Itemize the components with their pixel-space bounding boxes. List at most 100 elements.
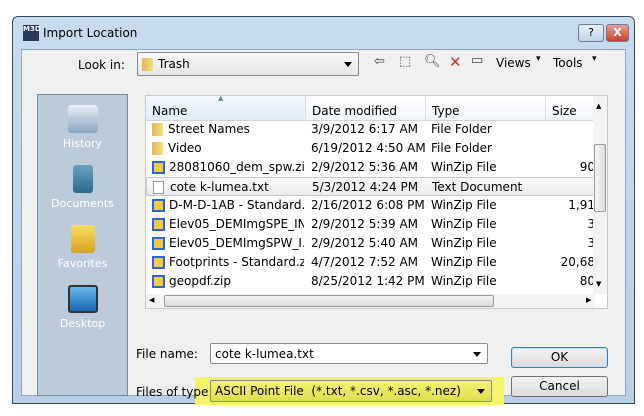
- file-name: D-M-D-1AB - Standard...: [169, 198, 304, 212]
- file-type: WinZip File: [431, 274, 497, 288]
- file-name-cell: Elev05_DEMImgSPE_IN...: [152, 215, 304, 234]
- file-type: WinZip File: [431, 217, 497, 231]
- file-name-cell: Footprints - Standard.zip: [152, 253, 304, 272]
- place-history[interactable]: History: [38, 105, 127, 150]
- column-header-size[interactable]: Size: [546, 96, 595, 121]
- zip-file-icon: [152, 256, 165, 269]
- place-desktop[interactable]: Desktop: [38, 285, 127, 330]
- file-type: File Folder: [431, 141, 492, 155]
- horizontal-scrollbar[interactable]: ◀ ▶: [146, 294, 595, 308]
- zip-file-icon: [152, 275, 165, 288]
- file-name-value: cote k-lumea.txt: [215, 346, 314, 361]
- place-label: Desktop: [59, 317, 106, 330]
- file-size: 1,91: [568, 198, 595, 212]
- file-name-input[interactable]: cote k-lumea.txt: [210, 343, 488, 364]
- file-row[interactable]: Elev05_DEMImgSPW_I... 2/9/2012 5:40 AM W…: [146, 234, 595, 253]
- file-row[interactable]: 28081060_dem_spw.zip 2/9/2012 5:36 AM Wi…: [146, 158, 595, 177]
- back-icon[interactable]: ⇦: [374, 54, 385, 69]
- file-date: 2/16/2012 6:08 PM: [311, 198, 425, 212]
- column-label: Size: [552, 104, 577, 118]
- scroll-left-icon[interactable]: ◀: [149, 296, 154, 304]
- file-type: Text Document: [432, 180, 523, 194]
- file-row[interactable]: Elev05_DEMImgSPE_IN... 2/9/2012 5:39 AM …: [146, 215, 595, 234]
- look-in-value: Trash: [158, 57, 190, 71]
- scroll-right-icon[interactable]: ▶: [586, 296, 591, 304]
- file-row[interactable]: geopdf.zip 8/25/2012 1:42 PM WinZip File…: [146, 272, 595, 291]
- help-button[interactable]: ?: [578, 24, 604, 42]
- file-type-value: ASCII Point File (*.txt, *.csv, *.asc, *…: [215, 384, 461, 398]
- up-folder-icon[interactable]: ⬚: [399, 54, 411, 69]
- cancel-button[interactable]: Cancel: [511, 376, 608, 397]
- scroll-up-icon[interactable]: ▲: [596, 102, 601, 110]
- search-web-icon[interactable]: 🔍︎: [424, 54, 441, 69]
- folder-icon: [142, 57, 153, 71]
- column-header-type[interactable]: Type: [426, 96, 546, 121]
- chevron-down-icon: [477, 389, 485, 394]
- text-file-icon: [153, 181, 164, 194]
- zip-file-icon: [152, 237, 165, 250]
- file-name-cell: cote k-lumea.txt: [153, 178, 305, 197]
- vertical-scrollbar[interactable]: ▲ ▼: [593, 96, 607, 294]
- file-date: 8/25/2012 1:42 PM: [311, 274, 425, 288]
- views-menu[interactable]: Views: [496, 56, 531, 70]
- file-row[interactable]: cote k-lumea.txt 5/3/2012 4:24 PM Text D…: [146, 177, 595, 196]
- file-name-cell: geopdf.zip: [152, 272, 304, 291]
- file-name: cote k-lumea.txt: [170, 180, 269, 194]
- tools-menu[interactable]: Tools: [553, 56, 583, 70]
- ok-button[interactable]: OK: [511, 347, 608, 368]
- file-size: 80: [579, 274, 595, 288]
- file-name: geopdf.zip: [169, 274, 231, 288]
- file-name: Footprints - Standard.zip: [169, 255, 304, 269]
- favorites-icon: [70, 225, 95, 253]
- file-name-cell: Street Names: [152, 120, 304, 139]
- place-favorites[interactable]: Favorites: [38, 225, 127, 270]
- file-type-combo[interactable]: ASCII Point File (*.txt, *.csv, *.asc, *…: [210, 380, 492, 402]
- folder-icon: [152, 142, 163, 155]
- chevron-down-icon[interactable]: [473, 351, 481, 357]
- file-type: WinZip File: [431, 236, 497, 250]
- zip-file-icon: [152, 161, 165, 174]
- file-row[interactable]: Street Names 3/9/2012 6:17 AM File Folde…: [146, 120, 595, 139]
- column-header-date[interactable]: Date modified: [306, 96, 426, 121]
- file-name: Elev05_DEMImgSPW_I...: [169, 236, 304, 250]
- column-label: Name: [152, 104, 188, 118]
- look-in-combo[interactable]: Trash: [137, 52, 359, 76]
- place-documents[interactable]: Documents: [38, 165, 127, 210]
- chevron-down-icon: [344, 62, 352, 67]
- file-row[interactable]: Video 6/19/2012 4:50 AM File Folder: [146, 139, 595, 158]
- file-date: 3/9/2012 6:17 AM: [311, 122, 419, 136]
- file-list[interactable]: Name ▲ Date modified Type Size Street Nam…: [145, 95, 608, 309]
- history-icon: [67, 105, 98, 133]
- file-name-cell: D-M-D-1AB - Standard...: [152, 196, 304, 215]
- file-row[interactable]: D-M-D-1AB - Standard... 2/16/2012 6:08 P…: [146, 196, 595, 215]
- file-date: 5/3/2012 4:24 PM: [312, 180, 419, 194]
- file-type: WinZip File: [431, 160, 497, 174]
- file-name: Video: [168, 141, 202, 155]
- file-date: 2/9/2012 5:36 AM: [311, 160, 419, 174]
- file-name-label: File name:: [136, 347, 198, 361]
- dialog-title: Import Location: [43, 26, 138, 40]
- column-header-name[interactable]: Name ▲: [146, 96, 306, 121]
- import-location-dialog: M3D Import Location ? X Look in: Trash ⇦…: [12, 16, 635, 405]
- file-type: WinZip File: [431, 255, 497, 269]
- file-size: 3: [587, 236, 595, 250]
- file-date: 2/9/2012 5:40 AM: [311, 236, 419, 250]
- zip-file-icon: [152, 199, 165, 212]
- file-name-cell: Video: [152, 139, 304, 158]
- column-label: Type: [432, 104, 460, 118]
- new-folder-icon[interactable]: ▭: [471, 53, 483, 68]
- file-row[interactable]: Footprints - Standard.zip 4/7/2012 7:52 …: [146, 253, 595, 272]
- tools-dropdown-icon[interactable]: ▾: [592, 54, 597, 64]
- dialog-body: Look in: Trash ⇦ ⬚ 🔍︎ ✕ ▭ Views ▾ Tools …: [21, 49, 626, 405]
- file-name-cell: Elev05_DEMImgSPW_I...: [152, 234, 304, 253]
- place-label: Documents: [51, 197, 114, 210]
- horizontal-scroll-thumb[interactable]: [164, 295, 494, 307]
- vertical-scroll-thumb[interactable]: [594, 144, 606, 212]
- delete-icon[interactable]: ✕: [449, 53, 462, 71]
- close-button[interactable]: X: [606, 24, 629, 42]
- scroll-down-icon[interactable]: ▼: [596, 280, 601, 288]
- sort-ascending-icon: ▲: [218, 95, 224, 102]
- places-bar: History Documents Favorites Desktop: [37, 94, 128, 396]
- file-name: Elev05_DEMImgSPE_IN...: [169, 217, 304, 231]
- views-dropdown-icon[interactable]: ▾: [536, 54, 541, 64]
